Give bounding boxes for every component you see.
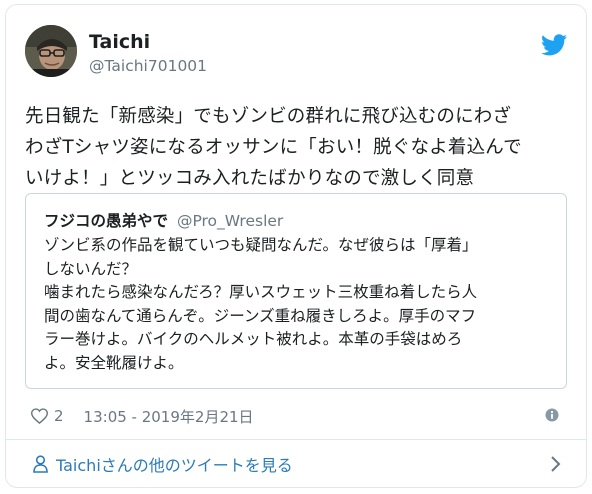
- quoted-text-line: よ。安全靴履けよ。: [44, 353, 184, 372]
- more-tweets-link[interactable]: Taichiさんの他のツイートを見る: [33, 450, 562, 478]
- more-tweets-label: Taichiさんの他のツイートを見る: [56, 456, 293, 475]
- quoted-tweet-header: フジコの愚弟やで @Pro_Wresler: [44, 209, 283, 231]
- quoted-text-line: しないんだ？: [44, 259, 138, 278]
- like-button[interactable]: 2: [31, 407, 64, 425]
- divider: [6, 439, 586, 440]
- quoted-tweet-text: ゾンビ系の作品を観ていつも疑問なんだ。なぜ彼らは「厚着」 しないんだ？ 噛まれた…: [44, 234, 554, 375]
- quoted-text-line: 間の歯なんて通らんぞ。ジーンズ重ね履きしろよ。厚手のマフ: [44, 306, 477, 325]
- embedded-tweet-card: Taichi @Taichi701001 先日観た「新感染」でもゾンビの群れに飛…: [5, 4, 587, 488]
- tweet-text: 先日観た「新感染」でもゾンビの群れに飛び込むのにわざ わざTシャツ姿になるオッサ…: [25, 101, 571, 194]
- tweet-meta: 2 13:05 - 2019年2月21日: [31, 404, 254, 428]
- person-icon: [33, 455, 48, 473]
- quoted-tweet[interactable]: フジコの愚弟やで @Pro_Wresler ゾンビ系の作品を観ていつも疑問なんだ…: [25, 193, 567, 389]
- tweet-timestamp[interactable]: 13:05 - 2019年2月21日: [84, 406, 254, 427]
- quoted-author-handle: @Pro_Wresler: [176, 212, 284, 230]
- avatar[interactable]: [25, 25, 77, 77]
- chevron-right-icon: [551, 456, 561, 472]
- like-count: 2: [54, 407, 64, 425]
- quoted-text-line: ラー巻けよ。バイクのヘルメット被れよ。本革の手袋はめろ: [44, 330, 463, 348]
- quoted-text-line: 噛まれたら感染なんだろ？厚いスウェット三枚重ね着したら人: [44, 283, 478, 301]
- author-handle[interactable]: @Taichi701001: [89, 57, 207, 75]
- tweet-text-line: 先日観た「新感染」でもゾンビの群れに飛び込むのにわざ: [25, 106, 512, 127]
- tweet-header: Taichi @Taichi701001: [25, 25, 567, 85]
- info-icon[interactable]: [545, 408, 559, 422]
- quoted-text-line: ゾンビ系の作品を観ていつも疑問なんだ。なぜ彼らは「厚着」: [44, 236, 478, 254]
- quoted-author-name: フジコの愚弟やで: [44, 212, 169, 230]
- tweet-text-line: いけよ！」とツッコみ入れたばかりなので激しく同意: [25, 168, 475, 189]
- tweet-text-line: わざTシャツ姿になるオッサンに「おい！脱ぐなよ着込んで: [25, 137, 522, 158]
- heart-icon: [31, 408, 48, 424]
- author-name[interactable]: Taichi: [89, 31, 150, 53]
- twitter-bird-icon[interactable]: [541, 34, 567, 56]
